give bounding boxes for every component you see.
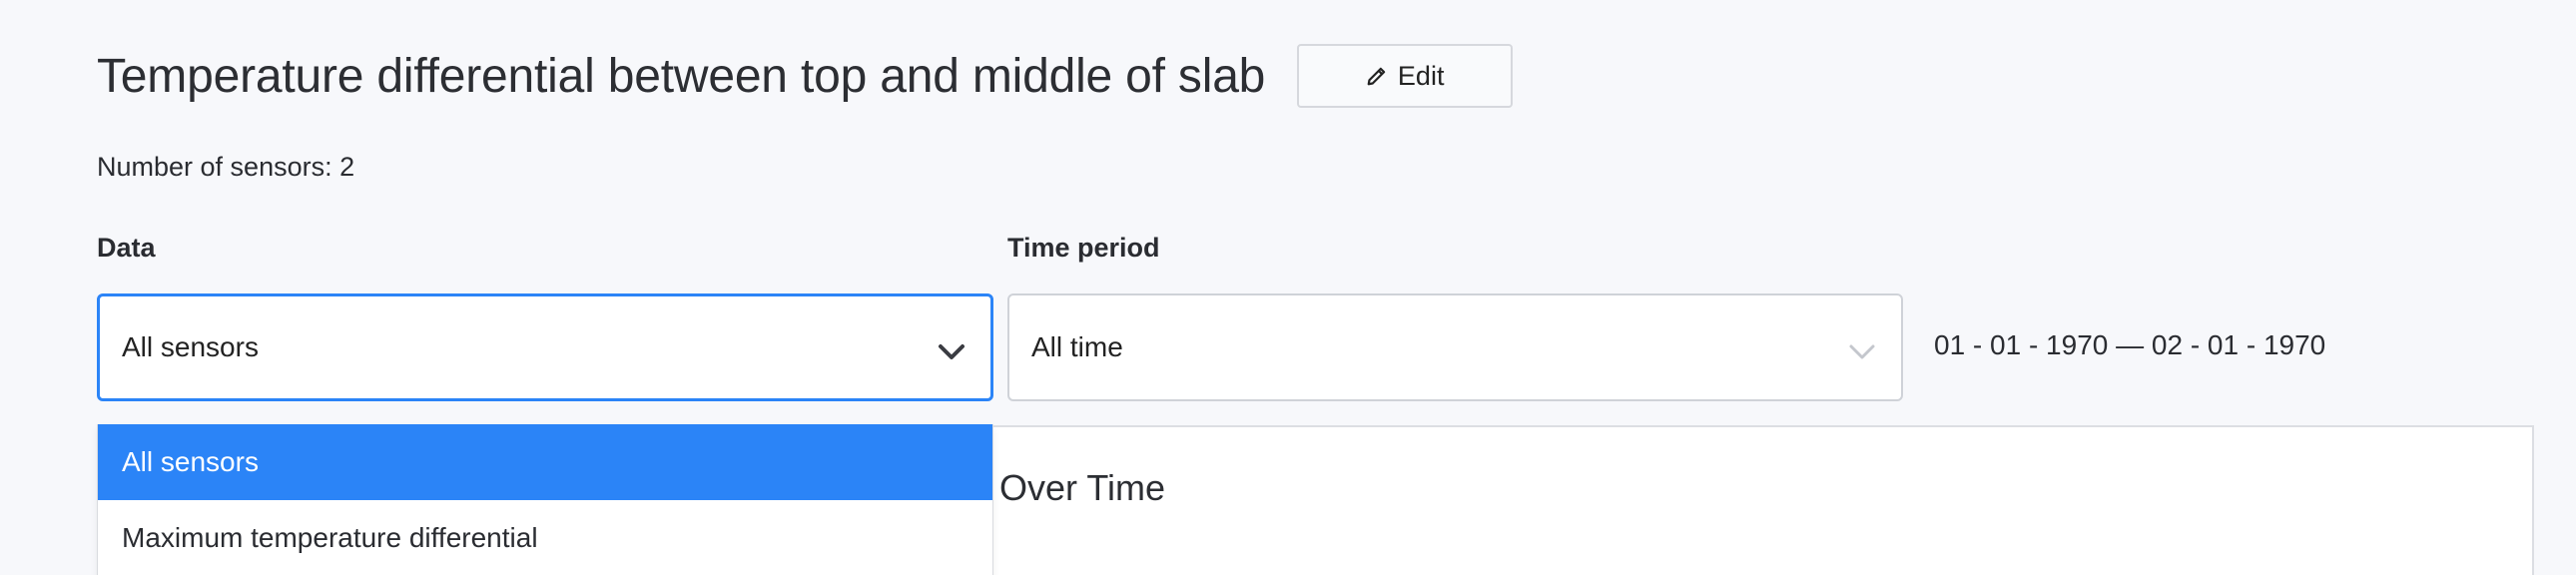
page: Temperature differential between top and… bbox=[0, 0, 2576, 575]
edit-button-label: Edit bbox=[1397, 60, 1445, 91]
page-title: Temperature differential between top and… bbox=[97, 49, 1266, 103]
time-period-select-value: All time bbox=[1031, 331, 1123, 362]
data-dropdown-menu: All sensors Maximum temperature differen… bbox=[97, 424, 993, 575]
time-period-select[interactable]: All time bbox=[1007, 293, 1903, 401]
edit-button[interactable]: Edit bbox=[1297, 44, 1514, 108]
chart-title: Over Time bbox=[999, 467, 1166, 508]
data-select-value: All sensors bbox=[122, 331, 259, 362]
dropdown-option-all-sensors[interactable]: All sensors bbox=[98, 424, 992, 500]
chevron-down-icon bbox=[1847, 337, 1877, 359]
date-range: 01 - 01 - 1970 — 02 - 01 - 1970 bbox=[1934, 329, 2326, 360]
sensor-count: Number of sensors: 2 bbox=[97, 152, 355, 182]
pencil-icon bbox=[1366, 65, 1388, 87]
time-period-label: Time period bbox=[1007, 233, 1160, 263]
data-select[interactable]: All sensors bbox=[97, 293, 993, 401]
title-row: Temperature differential between top and… bbox=[97, 44, 1514, 108]
chevron-down-icon bbox=[937, 337, 966, 359]
data-field-label: Data bbox=[97, 233, 156, 263]
dropdown-option-max-temp-differential[interactable]: Maximum temperature differential bbox=[98, 500, 992, 575]
